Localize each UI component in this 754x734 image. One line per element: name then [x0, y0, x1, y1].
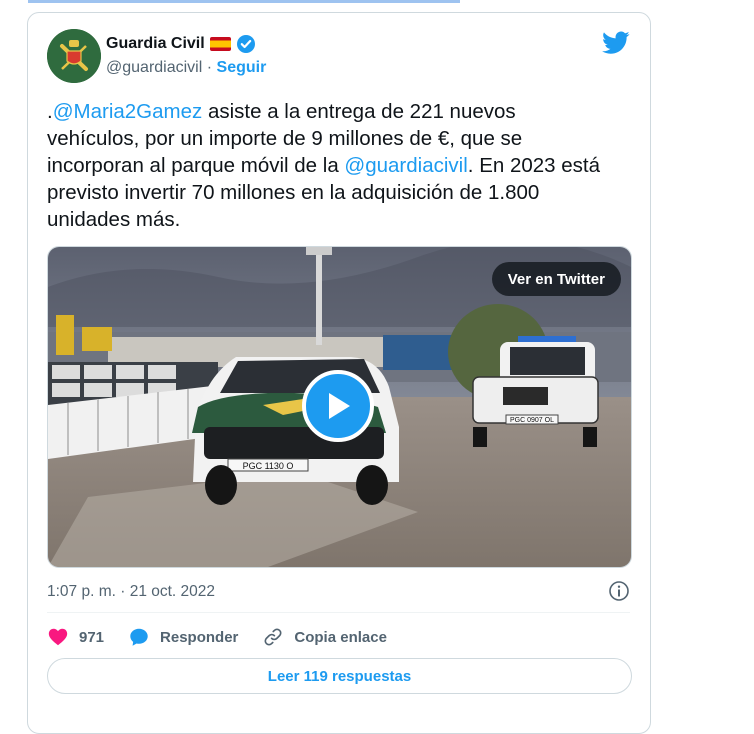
embedded-tweet-card: Guardia Civil @guardiacivil · Seguir .@M… [27, 12, 651, 734]
author-name[interactable]: Guardia Civil [106, 35, 205, 53]
like-count: 971 [79, 628, 105, 646]
twitter-logo-icon[interactable] [602, 31, 630, 55]
handle-separator: · [206, 59, 213, 76]
timestamp-row: 1:07 p. m. · 21 oct. 2022 [47, 579, 630, 605]
reply-label: Responder [160, 628, 239, 646]
plate-2-text: PGC 0907 OL [510, 417, 554, 424]
reply-bubble-icon [130, 628, 148, 646]
read-replies-button[interactable]: Leer 119 respuestas [47, 658, 632, 694]
mention-link-guardiacivil[interactable]: @guardiacivil [344, 154, 467, 177]
author-name-row: Guardia Civil [106, 34, 256, 54]
action-divider [47, 612, 630, 613]
author-handle[interactable]: @guardiacivil [106, 59, 202, 76]
copy-link-label: Copia enlace [294, 628, 387, 646]
top-divider-line [28, 0, 460, 3]
reply-button[interactable]: Responder [128, 626, 238, 648]
heart-icon [48, 628, 68, 646]
author-handle-row: @guardiacivil · Seguir [106, 59, 266, 77]
follow-button[interactable]: Seguir [217, 59, 267, 76]
plate-1-text: PGC 1130 O [243, 461, 294, 471]
like-button[interactable]: 971 [47, 626, 104, 648]
tweet-text: .@Maria2Gamez asiste a la entrega de 221… [47, 98, 607, 233]
guardia-civil-emblem-icon [47, 29, 101, 83]
guardia-civil-avatar[interactable] [47, 29, 101, 83]
tweet-actions: 971 Responder Copia enlace [47, 623, 411, 651]
video-media[interactable]: PGC 1130 O PGC 0907 OL Ver en Twitter [47, 246, 632, 568]
mention-link-maria2gamez[interactable]: @Maria2Gamez [53, 100, 203, 123]
verified-badge-icon [236, 34, 256, 54]
link-icon [264, 628, 282, 646]
view-on-twitter-button[interactable]: Ver en Twitter [491, 262, 621, 296]
spain-flag-icon [209, 37, 231, 51]
tweet-timestamp[interactable]: 1:07 p. m. · 21 oct. 2022 [47, 583, 215, 601]
info-icon[interactable] [608, 580, 630, 602]
play-icon [329, 393, 350, 419]
copy-link-button[interactable]: Copia enlace [262, 626, 387, 648]
play-button[interactable] [302, 370, 374, 442]
